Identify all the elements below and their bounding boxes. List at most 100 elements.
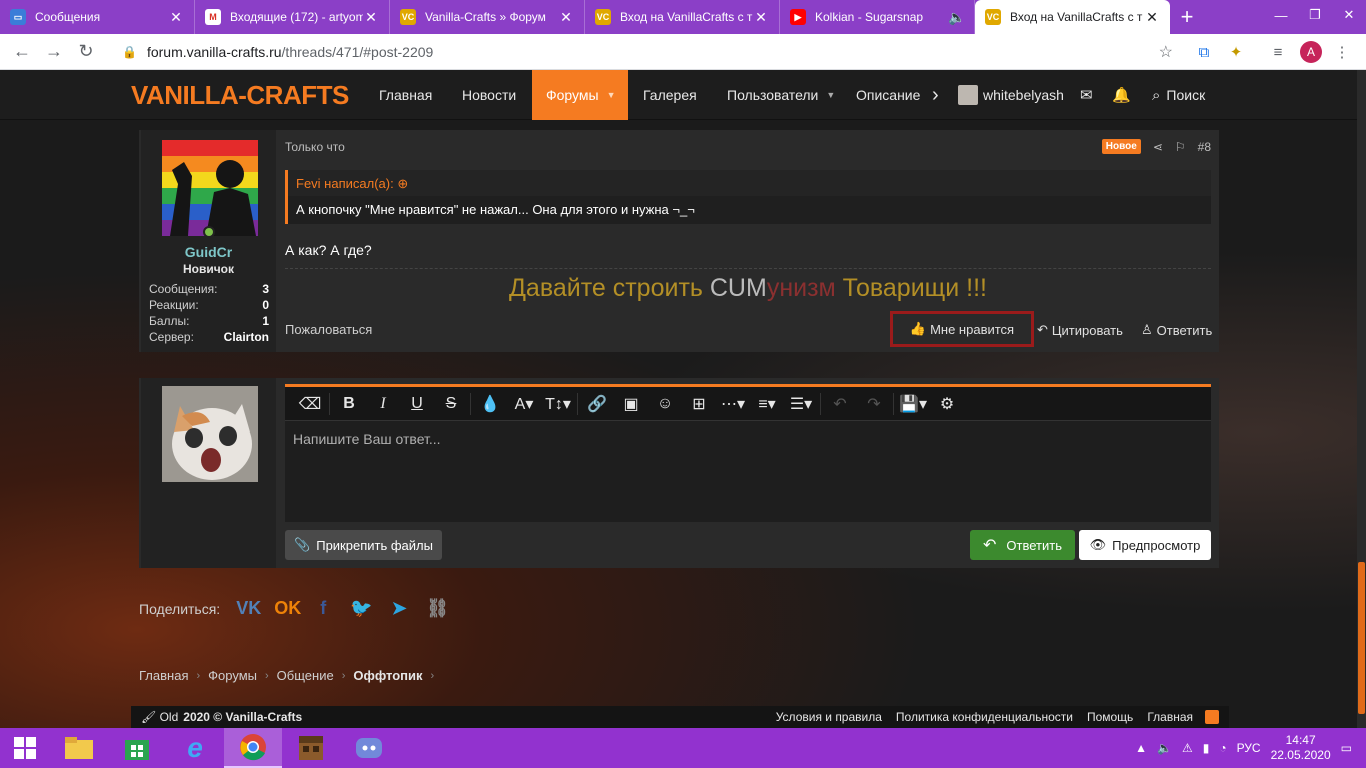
preview-button[interactable]: 👁 Предпросмотр — [1079, 530, 1211, 560]
reply-link[interactable]: ♙ Ответить — [1141, 322, 1212, 338]
network-warning-icon[interactable]: ⚠ — [1182, 741, 1193, 755]
post-number-link[interactable]: #8 — [1198, 140, 1211, 154]
breadcrumb-item[interactable]: Оффтопик — [353, 668, 422, 683]
current-user-avatar[interactable] — [162, 386, 258, 482]
breadcrumb-item[interactable]: Главная — [139, 668, 188, 683]
list-icon[interactable]: ☰▾ — [784, 389, 818, 419]
profile-avatar[interactable]: A — [1299, 40, 1323, 64]
close-icon[interactable]: ✕ — [558, 9, 574, 26]
forward-icon[interactable]: → — [38, 36, 70, 68]
nav-home[interactable]: Главная — [365, 70, 446, 120]
footer-link-home[interactable]: Главная — [1147, 710, 1193, 724]
submit-reply-button[interactable]: ↶ Ответить — [970, 530, 1075, 560]
mail-icon[interactable]: ✉ — [1080, 70, 1093, 120]
image-icon[interactable]: ▣ — [614, 389, 648, 419]
report-link[interactable]: Пожаловаться — [285, 322, 372, 337]
more-options-icon[interactable]: ⋯▾ — [716, 389, 750, 419]
odnoklassniki-icon[interactable]: OK — [274, 598, 301, 619]
quote-button[interactable]: ↶ Цитировать — [1037, 322, 1123, 338]
volume-icon[interactable]: 🔈 — [1157, 741, 1172, 755]
reload-icon[interactable]: ↻ — [70, 36, 102, 68]
share-icon[interactable]: ⋖ — [1153, 140, 1163, 154]
minimize-icon[interactable]: — — [1264, 0, 1298, 30]
author-name[interactable]: GuidCr — [141, 244, 276, 260]
nav-news[interactable]: Новости — [448, 70, 530, 120]
bell-icon[interactable]: 🔔 — [1112, 70, 1131, 120]
chevron-down-icon[interactable]: ▼ — [607, 90, 616, 100]
font-size-icon[interactable]: T↕▾ — [541, 389, 575, 419]
scrollbar-thumb[interactable] — [1358, 562, 1365, 714]
link-icon[interactable]: ⛓ — [426, 598, 449, 619]
breadcrumb-item[interactable]: Форумы — [208, 668, 257, 683]
discord-icon[interactable] — [340, 728, 398, 768]
language-indicator[interactable]: РУС — [1237, 741, 1261, 755]
close-window-icon[interactable]: ✕ — [1332, 0, 1366, 30]
chevron-down-icon[interactable]: ▼ — [826, 90, 835, 100]
tab-vanilla-forum[interactable]: VC Vanilla-Crafts » Форум ✕ — [390, 0, 585, 34]
drafts-icon[interactable]: 💾▾ — [896, 389, 930, 419]
notifications-icon[interactable]: ▭ — [1341, 741, 1352, 755]
nav-users[interactable]: Пользователи ▼ — [713, 70, 849, 120]
bold-icon[interactable]: B — [332, 389, 366, 419]
redo-icon[interactable]: ↷ — [857, 389, 891, 419]
tab-vanilla-login-active[interactable]: VC Вход на VanillaCrafts с т ✕ — [975, 0, 1170, 34]
clock[interactable]: 14:47 22.05.2020 — [1271, 733, 1331, 763]
footer-link-privacy[interactable]: Политика конфиденциальности — [896, 710, 1073, 724]
facebook-icon[interactable]: f — [312, 598, 334, 619]
italic-icon[interactable]: I — [366, 389, 400, 419]
eraser-icon[interactable]: ⌫ — [293, 389, 327, 419]
tab-vanilla-login[interactable]: VC Вход на VanillaCrafts с т ✕ — [585, 0, 780, 34]
breadcrumb-item[interactable]: Общение — [277, 668, 334, 683]
author-avatar[interactable] — [162, 140, 258, 236]
store-icon[interactable] — [108, 728, 166, 768]
like-button[interactable]: 👍 Мне нравится — [890, 311, 1034, 347]
post-time[interactable]: Только что — [285, 140, 345, 154]
close-icon[interactable]: ✕ — [1144, 9, 1160, 26]
strikethrough-icon[interactable]: S — [434, 389, 468, 419]
search-button[interactable]: ⌕ Поиск — [1152, 70, 1205, 120]
tab-gmail[interactable]: M Входящие (172) - artyom ✕ — [195, 0, 390, 34]
menu-dots-icon[interactable]: ⋮ — [1330, 40, 1354, 64]
undo-icon[interactable]: ↶ — [823, 389, 857, 419]
smiley-icon[interactable]: ☺ — [648, 389, 682, 419]
maximize-icon[interactable]: ❐ — [1298, 0, 1332, 30]
align-icon[interactable]: ≡▾ — [750, 389, 784, 419]
speaker-icon[interactable]: 🔈 — [948, 9, 965, 26]
arrow-up-circle-icon[interactable]: ⊕ — [397, 176, 408, 191]
text-color-icon[interactable]: 💧 — [473, 389, 507, 419]
wifi-icon[interactable]: ◔ — [1219, 741, 1226, 755]
link-icon[interactable]: 🔗 — [580, 389, 614, 419]
quote-header[interactable]: Fevi написал(а): ⊕ — [296, 176, 408, 192]
nav-user-menu[interactable]: whitebelyash — [958, 85, 1064, 105]
attach-files-button[interactable]: 📎 Прикрепить файлы — [285, 530, 442, 560]
minecraft-icon[interactable] — [282, 728, 340, 768]
nav-description[interactable]: Описание — [842, 70, 934, 120]
bee-extension-icon[interactable]: ✦ — [1224, 40, 1248, 64]
new-tab-button[interactable]: + — [1170, 0, 1204, 34]
bookmark-star-icon[interactable]: ☆ — [1159, 42, 1173, 62]
footer-link-terms[interactable]: Условия и правила — [776, 710, 882, 724]
reading-list-icon[interactable]: ≡ — [1266, 40, 1290, 64]
tab-messages[interactable]: ▭ Сообщения ✕ — [0, 0, 195, 34]
url-field[interactable]: 🔒 forum.vanilla-crafts.ru/threads/471/#p… — [110, 38, 1185, 66]
file-explorer-icon[interactable] — [50, 728, 108, 768]
message-input[interactable]: Напишите Ваш ответ... — [293, 431, 441, 447]
underline-icon[interactable]: U — [400, 389, 434, 419]
close-icon[interactable]: ✕ — [753, 9, 769, 26]
rss-icon[interactable] — [1205, 710, 1219, 724]
page-scrollbar[interactable] — [1357, 70, 1366, 728]
back-icon[interactable]: ← — [6, 36, 38, 68]
bookmark-icon[interactable]: ⚐ — [1175, 140, 1186, 154]
nav-forums[interactable]: Форумы ▼ — [532, 70, 628, 120]
translate-extension-icon[interactable]: ⧉ — [1192, 40, 1216, 64]
tab-youtube[interactable]: ▶ Kolkian - Sugarsnap 🔈 — [780, 0, 975, 34]
nav-more-chevron-icon[interactable]: › — [932, 70, 939, 120]
site-logo[interactable]: VANILLA-CRAFTS — [131, 80, 349, 111]
vk-icon[interactable]: VK — [236, 598, 261, 619]
settings-gear-icon[interactable]: ⚙ — [930, 389, 964, 419]
chrome-icon[interactable] — [224, 728, 282, 768]
footer-link-help[interactable]: Помощь — [1087, 710, 1133, 724]
table-icon[interactable]: ⊞ — [682, 389, 716, 419]
tray-expand-icon[interactable]: ▲ — [1135, 741, 1147, 755]
internet-explorer-icon[interactable]: e — [166, 728, 224, 768]
